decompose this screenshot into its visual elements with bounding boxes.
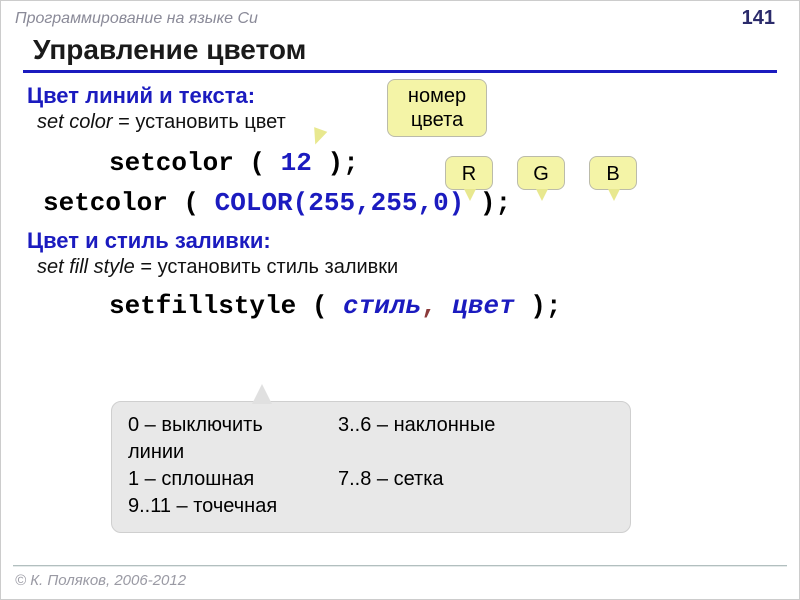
- code-setcolor-rgb: setcolor ( COLOR(255,255,0) );: [43, 188, 775, 218]
- style-7-8: 7..8 – сетка: [338, 466, 444, 493]
- color-rgb-arg: COLOR(255,255,0): [215, 188, 465, 218]
- code-setcolor-number: setcolor ( 12 );: [109, 148, 775, 178]
- footer-rule: [13, 565, 787, 567]
- style-arg: стиль: [343, 291, 421, 321]
- title-underline: [23, 70, 777, 73]
- callout-color-number: номер цвета: [387, 79, 487, 137]
- style-3-6-cont: линии: [128, 439, 614, 466]
- style-1: 1 – сплошная: [128, 466, 338, 493]
- header-title: Программирование на языке Си: [15, 10, 258, 28]
- section-fill-label: Цвет и стиль заливки:: [27, 228, 775, 254]
- page-number: 141: [742, 7, 775, 30]
- callout-r: R: [445, 156, 493, 190]
- color-index-arg: 12: [281, 148, 312, 178]
- style-0: 0 – выключить: [128, 412, 338, 439]
- section-fill-explain: set fill style = установить стиль заливк…: [37, 256, 775, 279]
- callout-b: B: [589, 156, 637, 190]
- style-9-11: 9..11 – точечная: [128, 493, 614, 520]
- code-setfillstyle: setfillstyle ( стиль, цвет );: [109, 291, 775, 321]
- color-arg: цвет: [452, 291, 514, 321]
- rgb-callouts: R G B: [445, 156, 637, 190]
- header: Программирование на языке Си 141: [1, 1, 799, 30]
- fill-styles-legend: 0 – выключить 3..6 – наклонные линии 1 –…: [111, 401, 631, 533]
- setcolor-english: set color: [37, 111, 113, 133]
- slide-title: Управление цветом: [33, 34, 775, 66]
- setfillstyle-translation: = установить стиль заливки: [135, 256, 398, 278]
- callout-g: G: [517, 156, 565, 190]
- style-3-6: 3..6 – наклонные: [338, 412, 495, 439]
- setcolor-translation: = установить цвет: [113, 111, 286, 133]
- slide: Программирование на языке Си 141 Управле…: [0, 0, 800, 600]
- copyright: © К. Поляков, 2006-2012: [15, 572, 186, 589]
- setfillstyle-english: set fill style: [37, 256, 135, 278]
